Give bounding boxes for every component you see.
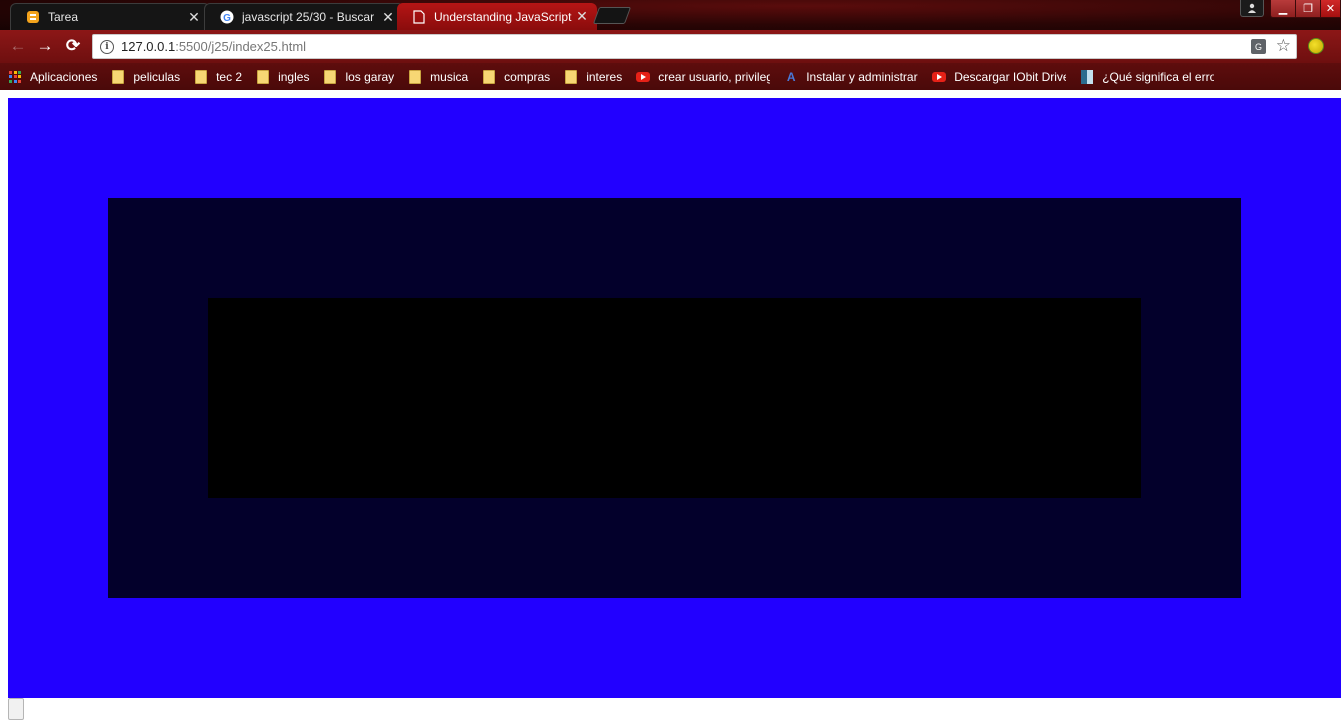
- folder-icon: [256, 69, 270, 84]
- bookmark-folder-peliculas[interactable]: peliculas: [103, 67, 186, 87]
- bookmark-label: Aplicaciones: [30, 69, 98, 84]
- bookmark-label: crear usuario, privileg: [658, 69, 771, 84]
- tab-google-search[interactable]: G javascript 25/30 - Buscar ✕: [204, 3, 404, 30]
- google-icon: G: [219, 9, 235, 25]
- bookmark-folder-compras[interactable]: compras: [474, 67, 556, 87]
- bookmark-crear-usuario[interactable]: crear usuario, privileg: [628, 67, 776, 87]
- inner-black-box: [208, 298, 1141, 498]
- bookmark-label: Descargar IObit Drive: [954, 69, 1067, 84]
- url-path: :5500/j25/index25.html: [175, 39, 307, 54]
- folder-icon: [194, 69, 208, 84]
- document-icon: [411, 9, 427, 25]
- blogger-icon: [25, 9, 41, 25]
- profile-icon[interactable]: [1240, 0, 1264, 17]
- apps-icon: [8, 70, 22, 84]
- outer-blue-box: [8, 98, 1341, 698]
- minimize-button[interactable]: ▁: [1270, 0, 1296, 18]
- bookmark-descargar-iobit[interactable]: Descargar IObit Drive: [924, 67, 1072, 87]
- bookmark-label: los garay: [345, 69, 395, 84]
- document-icon: [1080, 69, 1094, 84]
- bookmark-label: compras: [504, 69, 551, 84]
- bookmarks-bar: Aplicaciones peliculas tec 2 ingles los …: [0, 63, 1341, 90]
- bookmark-label: peliculas: [133, 69, 181, 84]
- bookmark-label: ¿Qué significa el error: [1102, 69, 1215, 84]
- toolbar: ← → ⟳ i 127.0.0.1 :5500/j25/index25.html…: [0, 30, 1341, 63]
- reload-button[interactable]: ⟳: [62, 35, 84, 57]
- close-icon[interactable]: ✕: [381, 9, 395, 26]
- tab-tarea[interactable]: Tarea ✕: [10, 3, 210, 30]
- address-bar[interactable]: i 127.0.0.1 :5500/j25/index25.html G ☆: [92, 34, 1297, 59]
- bookmark-label: interes: [586, 69, 623, 84]
- bookmark-apps[interactable]: Aplicaciones: [0, 67, 103, 87]
- new-tab-button[interactable]: [592, 7, 632, 24]
- middle-navy-box: [108, 198, 1241, 598]
- bookmark-label: ingles: [278, 69, 310, 84]
- bookmark-que-significa-error[interactable]: ¿Qué significa el error: [1072, 67, 1220, 87]
- bookmark-instalar-administrar[interactable]: A Instalar y administrar: [776, 67, 924, 87]
- tab-title: Tarea: [48, 10, 79, 24]
- tab-strip: Tarea ✕ G javascript 25/30 - Buscar ✕ Un…: [0, 0, 1341, 30]
- bookmark-folder-ingles[interactable]: ingles: [248, 67, 315, 87]
- youtube-icon: [932, 70, 947, 84]
- tab-understanding-javascript[interactable]: Understanding JavaScript ✕: [397, 3, 597, 30]
- folder-icon: [408, 69, 422, 84]
- horizontal-scrollbar-thumb[interactable]: [8, 698, 24, 720]
- bookmark-folder-tec2[interactable]: tec 2: [186, 67, 248, 87]
- folder-icon: [111, 69, 125, 84]
- tab-title: javascript 25/30 - Buscar: [242, 10, 375, 24]
- bookmark-folder-musica[interactable]: musica: [400, 67, 474, 87]
- svg-text:G: G: [223, 13, 231, 24]
- youtube-icon: [636, 70, 651, 84]
- bookmark-star-icon[interactable]: ☆: [1276, 36, 1291, 56]
- letter-a-icon: A: [786, 69, 796, 84]
- page-content: [0, 90, 1341, 720]
- info-icon[interactable]: i: [100, 39, 114, 54]
- folder-icon: [564, 69, 578, 84]
- bookmark-folder-los-garay[interactable]: los garay: [315, 67, 400, 87]
- close-window-button[interactable]: ✕: [1320, 0, 1341, 18]
- close-icon[interactable]: ✕: [187, 9, 201, 26]
- close-icon[interactable]: ✕: [575, 8, 589, 25]
- extension-icon[interactable]: [1308, 38, 1324, 54]
- bookmark-label: tec 2: [216, 69, 243, 84]
- bookmark-label: Instalar y administrar: [806, 69, 918, 84]
- translate-icon[interactable]: G: [1251, 39, 1266, 54]
- folder-icon: [482, 69, 496, 84]
- bookmark-folder-interes[interactable]: interes: [556, 67, 628, 87]
- back-button[interactable]: ←: [7, 35, 29, 57]
- folder-icon: [323, 69, 337, 84]
- tab-title: Understanding JavaScript: [434, 9, 572, 24]
- url-host: 127.0.0.1: [121, 39, 176, 54]
- forward-button[interactable]: →: [34, 35, 56, 57]
- bookmark-label: musica: [430, 69, 469, 84]
- restore-button[interactable]: ❐: [1295, 0, 1321, 18]
